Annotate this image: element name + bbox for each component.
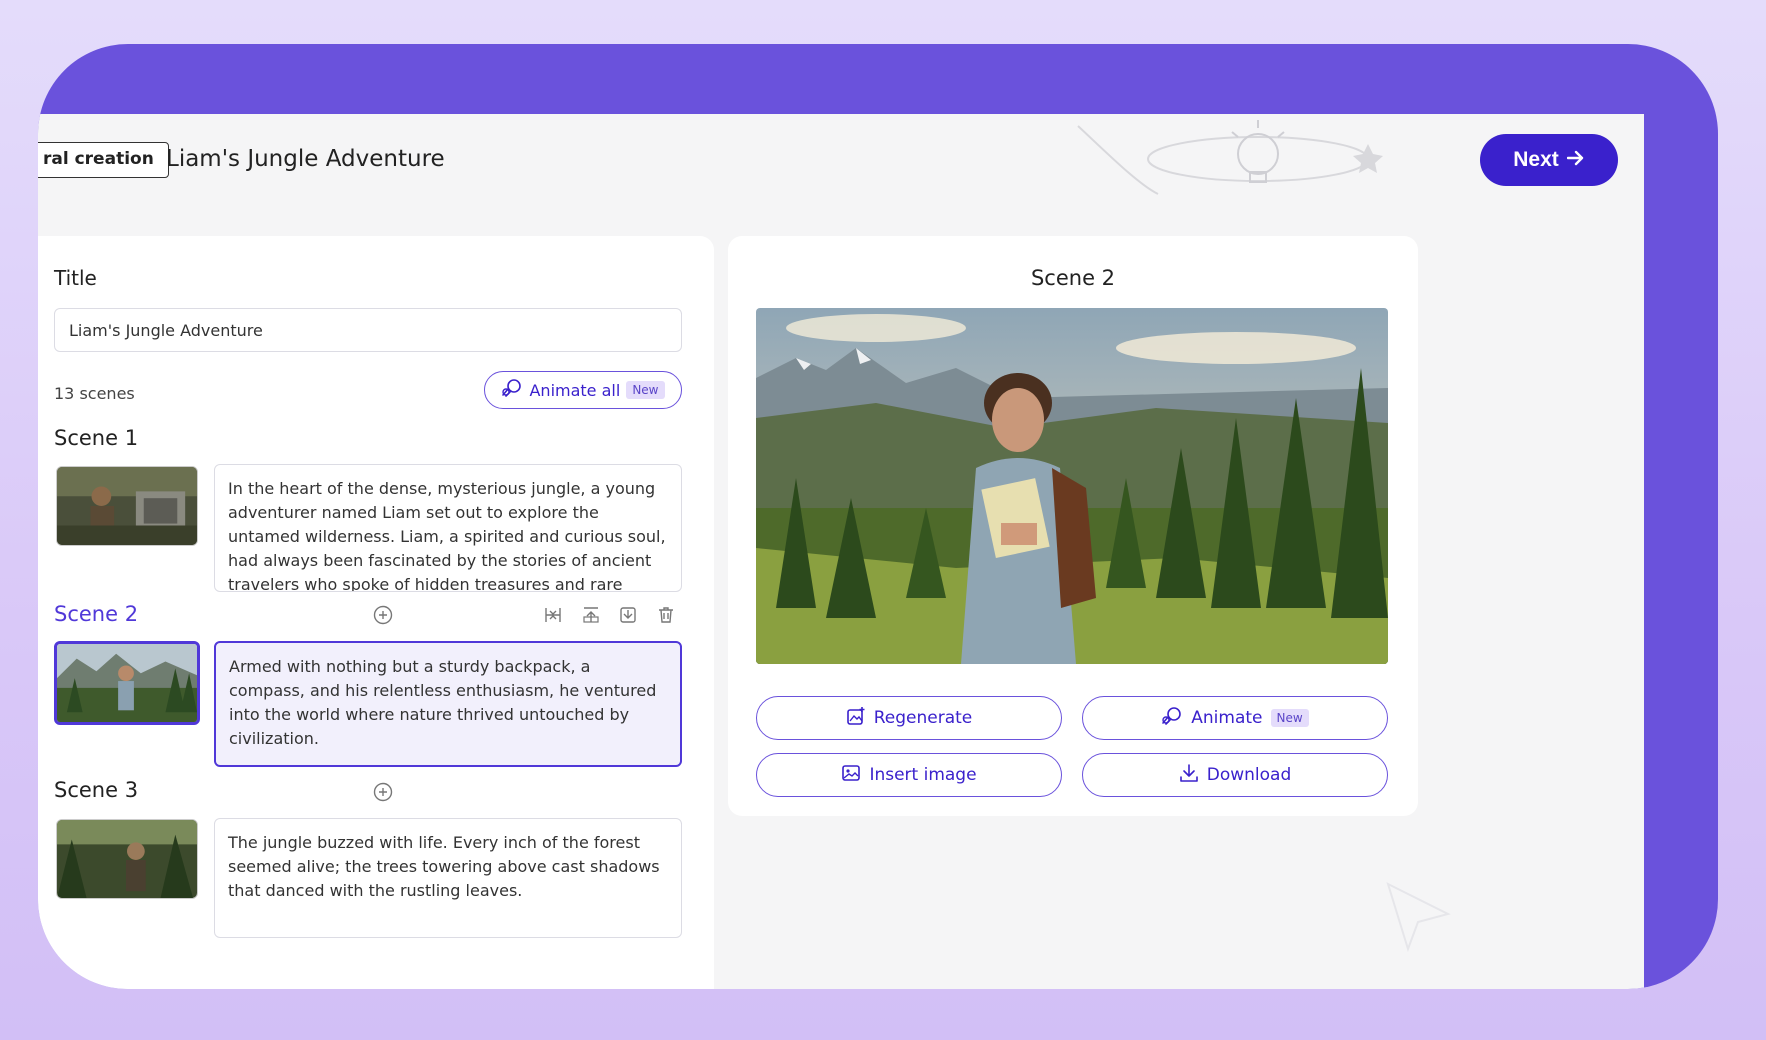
scene-1-label: Scene 1 <box>54 426 139 450</box>
split-scene-icon[interactable] <box>541 603 565 627</box>
animate-icon <box>1161 706 1183 731</box>
image-icon <box>841 763 861 788</box>
scene-preview-panel: Scene 2 Regenerate Animate New Insert im… <box>728 236 1418 816</box>
scene-2-text[interactable]: Armed with nothing but a sturdy backpack… <box>214 641 682 767</box>
app-frame: ral creation Liam's Jungle Adventure Nex… <box>38 44 1718 989</box>
animate-button[interactable]: Animate New <box>1082 696 1388 740</box>
cursor-decoration <box>1386 882 1451 953</box>
animate-all-button[interactable]: Animate all New <box>484 371 682 409</box>
scene-count: 13 scenes <box>54 384 135 403</box>
scene-preview-image <box>756 308 1388 664</box>
mode-chip[interactable]: ral creation <box>38 142 169 178</box>
insert-image-button[interactable]: Insert image <box>756 753 1062 797</box>
regenerate-icon <box>846 706 866 731</box>
project-title: Liam's Jungle Adventure <box>166 146 445 172</box>
scene-2-thumbnail[interactable] <box>54 641 200 725</box>
merge-down-icon[interactable] <box>616 603 640 627</box>
animate-label: Animate <box>1191 708 1263 728</box>
scene-editor-panel: Title 13 scenes Animate all New Scene 1 <box>38 236 714 989</box>
title-input[interactable] <box>54 308 682 352</box>
arrow-right-icon <box>1566 148 1585 172</box>
preview-title: Scene 2 <box>1030 266 1116 290</box>
download-icon <box>1179 763 1199 788</box>
trash-icon[interactable] <box>654 603 678 627</box>
top-bar: ral creation Liam's Jungle Adventure Nex… <box>38 114 1644 234</box>
new-badge: New <box>1270 709 1309 727</box>
scene-3-thumbnail[interactable] <box>56 819 198 899</box>
regenerate-button[interactable]: Regenerate <box>756 696 1062 740</box>
title-label: Title <box>54 266 97 290</box>
add-scene-icon[interactable] <box>371 780 395 804</box>
scene-3-label: Scene 3 <box>54 778 139 802</box>
lightbulb-decoration <box>1077 120 1383 195</box>
merge-up-icon[interactable] <box>579 603 603 627</box>
scene-2-label: Scene 2 <box>54 602 139 626</box>
animate-icon <box>501 378 523 402</box>
scene-3-text[interactable]: The jungle buzzed with life. Every inch … <box>214 818 682 938</box>
animate-all-label: Animate all <box>529 380 621 400</box>
download-button[interactable]: Download <box>1082 753 1388 797</box>
new-badge: New <box>626 381 665 399</box>
download-label: Download <box>1206 765 1292 785</box>
scene-1-thumbnail[interactable] <box>56 466 198 546</box>
next-label: Next <box>1513 148 1559 171</box>
app-window: ral creation Liam's Jungle Adventure Nex… <box>38 114 1644 989</box>
insert-image-label: Insert image <box>869 765 977 785</box>
regenerate-label: Regenerate <box>873 708 973 728</box>
add-scene-icon[interactable] <box>371 603 395 627</box>
next-button[interactable]: Next <box>1480 134 1618 186</box>
scene-1-text[interactable]: In the heart of the dense, mysterious ju… <box>214 464 682 592</box>
